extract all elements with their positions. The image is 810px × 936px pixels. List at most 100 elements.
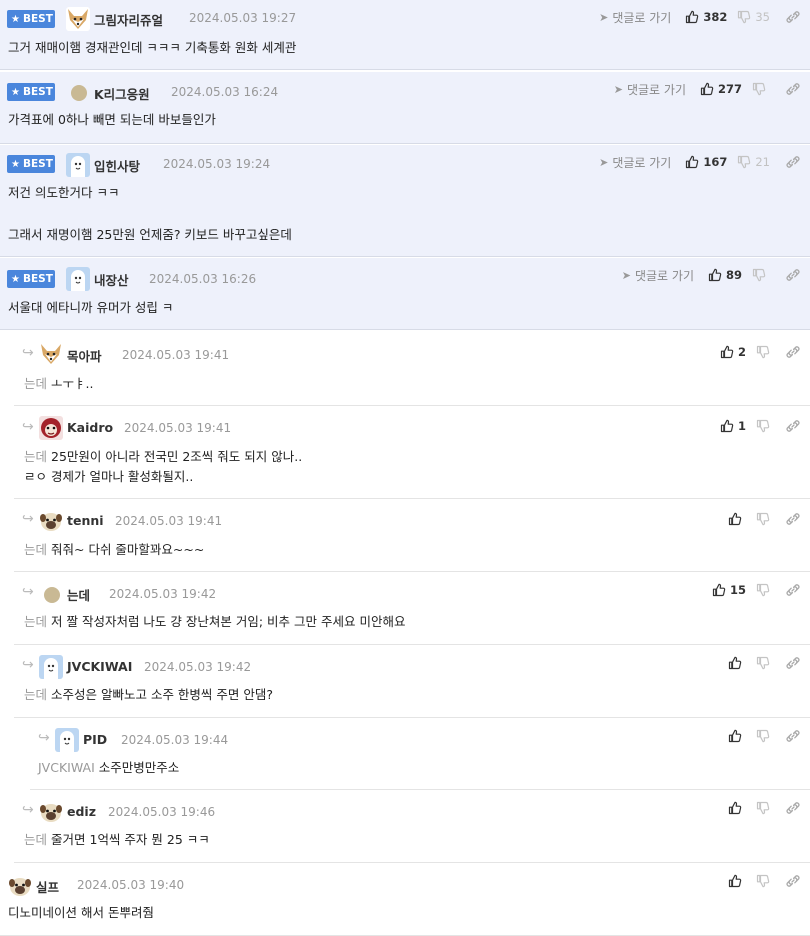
comment-date: 2024.05.03 19:46 [108, 805, 216, 819]
comment-date: 2024.05.03 19:41 [115, 514, 223, 528]
upvote-button[interactable]: 167 [685, 155, 727, 169]
copy-link-button[interactable] [786, 10, 800, 24]
comment-author[interactable]: 그림자리쥬얼 [94, 10, 163, 29]
copy-link-button[interactable] [786, 419, 800, 433]
downvote-button[interactable] [756, 656, 770, 670]
copy-link-button[interactable] [786, 583, 800, 597]
comment-author[interactable]: 는데 [67, 585, 90, 604]
downvote-button[interactable] [756, 874, 770, 888]
link-icon [786, 729, 800, 743]
comment-text: JVCKIWAI 소주만병만주소 [38, 760, 180, 775]
avatar[interactable] [39, 800, 63, 824]
downvote-button[interactable] [756, 512, 770, 526]
comment-date: 2024.05.03 16:24 [171, 85, 279, 99]
avatar[interactable] [66, 7, 90, 31]
avatar[interactable] [66, 153, 90, 177]
upvote-button[interactable] [728, 874, 746, 888]
upvote-button[interactable]: 277 [700, 82, 742, 96]
comment-author[interactable]: 실프 [36, 877, 59, 896]
thumb-down-icon [737, 155, 751, 169]
avatar[interactable] [44, 587, 60, 603]
thumb-down-icon [756, 583, 770, 597]
goto-comment-link[interactable]: ➤ 댓글로 가기 [599, 154, 671, 171]
avatar[interactable] [39, 509, 63, 533]
link-icon [786, 82, 800, 96]
star-icon: ★ [11, 158, 20, 170]
link-icon [786, 874, 800, 888]
thumb-down-icon [752, 82, 766, 96]
copy-link-button[interactable] [786, 729, 800, 743]
reply-target[interactable]: 는데 [24, 376, 47, 391]
comment-author[interactable]: ediz [67, 804, 96, 819]
thumb-up-icon [685, 10, 699, 24]
comment-text: 가격표에 0하나 빼면 되는데 바보들인가 [8, 112, 216, 127]
reply-target[interactable]: 는데 [24, 832, 47, 847]
upvote-button[interactable] [728, 801, 746, 815]
copy-link-button[interactable] [786, 801, 800, 815]
avatar[interactable] [71, 85, 87, 101]
avatar[interactable] [39, 655, 63, 679]
avatar[interactable] [66, 267, 90, 291]
upvote-button[interactable]: 15 [712, 583, 746, 597]
downvote-button[interactable] [756, 583, 770, 597]
avatar[interactable] [55, 728, 79, 752]
downvote-button[interactable] [756, 801, 770, 815]
goto-comment-link[interactable]: ➤ 댓글로 가기 [622, 267, 694, 284]
downvote-button[interactable] [756, 729, 770, 743]
downvote-button[interactable] [752, 82, 770, 96]
copy-link-button[interactable] [786, 656, 800, 670]
reply-arrow-icon: ↪ [22, 345, 34, 361]
avatar[interactable] [8, 874, 32, 898]
thumb-up-icon [700, 82, 714, 96]
best-badge: ★ BEST [7, 83, 55, 101]
upvote-button[interactable] [728, 512, 746, 526]
goto-comment-link[interactable]: ➤ 댓글로 가기 [599, 9, 671, 26]
reply-target[interactable]: 는데 [24, 542, 47, 557]
comment-author[interactable]: 입힌사탕 [94, 156, 140, 175]
downvote-button[interactable] [756, 345, 770, 359]
upvote-button[interactable]: 2 [720, 345, 746, 359]
comment-text: ㄹㅇ 경제가 얼마나 활성화될지.. [24, 469, 194, 484]
copy-link-button[interactable] [786, 345, 800, 359]
comment-date: 2024.05.03 19:42 [109, 587, 217, 601]
comment-author[interactable]: 내장산 [94, 270, 129, 289]
send-arrow-icon: ➤ [599, 155, 609, 169]
copy-link-button[interactable] [786, 155, 800, 169]
link-icon [786, 268, 800, 282]
comment-text: 서울대 에타니까 유머가 성립 ㅋ [8, 300, 174, 315]
comment-author[interactable]: Kaidro [67, 420, 113, 435]
reply-target[interactable]: 는데 [24, 614, 47, 629]
star-icon: ★ [11, 86, 20, 98]
downvote-button[interactable] [752, 268, 770, 282]
reply-target[interactable]: 는데 [24, 687, 47, 702]
reply-target[interactable]: 는데 [24, 449, 47, 464]
copy-link-button[interactable] [786, 512, 800, 526]
avatar[interactable] [39, 416, 63, 440]
comment-author[interactable]: tenni [67, 513, 104, 528]
comment-author[interactable]: PID [83, 732, 107, 747]
copy-link-button[interactable] [786, 82, 800, 96]
comment-text: 는데 ㅗㅜㅑ.. [24, 376, 94, 391]
upvote-button[interactable] [728, 656, 746, 670]
comment-author[interactable]: 목아파 [67, 346, 102, 365]
reply-comment: ↪ Kaidro 2024.05.03 19:41 1 는데 25만원이 아니라 … [14, 407, 810, 499]
copy-link-button[interactable] [786, 874, 800, 888]
copy-link-button[interactable] [786, 268, 800, 282]
upvote-button[interactable] [728, 729, 746, 743]
comment-text: 그래서 재명이햄 25만원 언제줌? 키보드 바꾸고싶은데 [8, 227, 292, 242]
comment-author[interactable]: K리그응원 [94, 84, 150, 103]
upvote-button[interactable]: 1 [720, 419, 746, 433]
link-icon [786, 155, 800, 169]
comment-author[interactable]: JVCKIWAI [67, 659, 132, 674]
avatar[interactable] [39, 342, 63, 366]
upvote-button[interactable]: 89 [708, 268, 742, 282]
thumb-up-icon [728, 656, 742, 670]
upvote-button[interactable]: 382 [685, 10, 727, 24]
goto-comment-link[interactable]: ➤ 댓글로 가기 [614, 81, 686, 98]
downvote-button[interactable]: 21 [737, 155, 770, 169]
reply-arrow-icon: ↪ [22, 584, 34, 600]
downvote-button[interactable]: 35 [737, 10, 770, 24]
reply-target[interactable]: JVCKIWAI [38, 760, 95, 775]
reply-comment: ↪ 는데 2024.05.03 19:42 15 는데 저 짤 작성자처럼 나도 … [14, 573, 810, 645]
downvote-button[interactable] [756, 419, 770, 433]
